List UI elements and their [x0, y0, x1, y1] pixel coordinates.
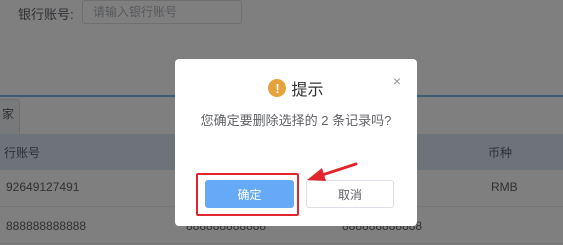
- warning-circle-icon: !: [268, 79, 287, 97]
- close-icon[interactable]: ×: [393, 74, 401, 88]
- confirm-dialog: ! 提示 × 您确定要删除选择的 2 条记录吗? 确定 取消: [175, 59, 417, 226]
- dialog-message: 您确定要删除选择的 2 条记录吗?: [200, 113, 392, 128]
- dialog-header: ! 提示: [175, 77, 417, 99]
- confirm-button[interactable]: 确定: [205, 180, 294, 208]
- screen: 银行账号: 家 操 行账号 币种 92649127491 RMB 8888888…: [0, 0, 563, 245]
- cancel-button[interactable]: 取消: [306, 180, 394, 208]
- dialog-title: 提示: [291, 82, 324, 99]
